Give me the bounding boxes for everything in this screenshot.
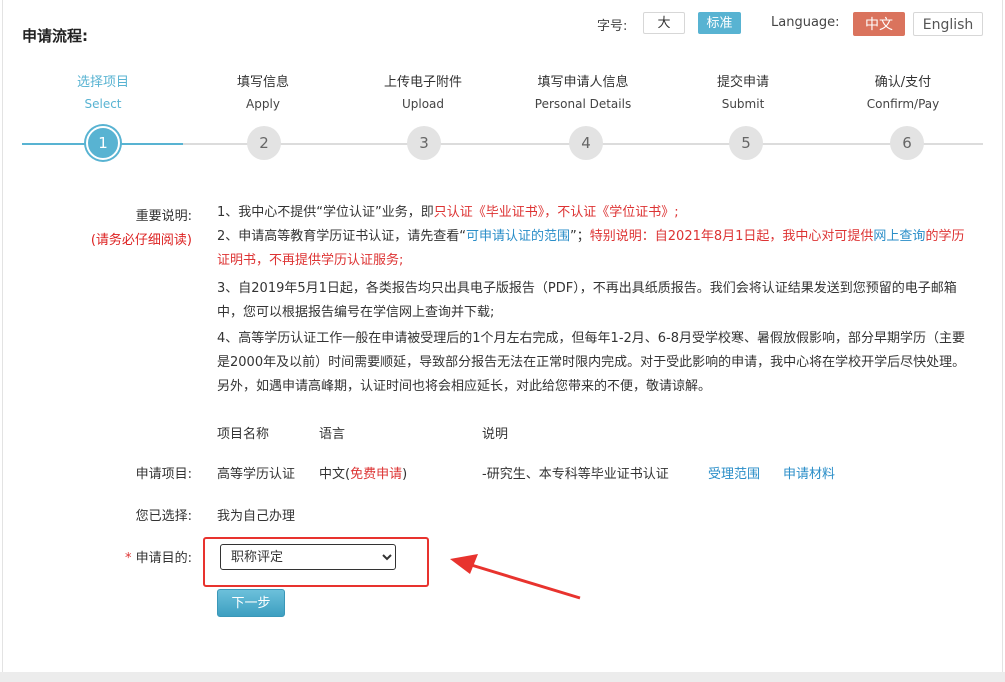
notice-item-4: 4、高等学历认证工作一般在申请被受理后的1个月左右完成，但每年1-2月、6-8月…: [217, 331, 966, 394]
application-materials-link[interactable]: 申请材料: [783, 463, 835, 482]
notice-label-sub: (请务必仔细阅读): [90, 233, 192, 248]
step-title-confirm: 确认/支付: [874, 75, 932, 90]
col-description: 说明: [482, 427, 509, 442]
required-mark: *: [124, 551, 132, 566]
lang-zh-button[interactable]: 中文: [853, 12, 905, 36]
step-sub-apply: Apply: [246, 97, 280, 111]
notice-2-text-b: ”；: [570, 229, 590, 244]
project-description: -研究生、本专科等毕业证书认证: [482, 467, 669, 482]
notice-2-special: 特别说明：自2021年8月1日起，我中心对可提供: [589, 229, 874, 244]
online-query-link[interactable]: 网上查询: [873, 229, 925, 244]
project-name: 高等学历认证: [217, 467, 296, 482]
bottom-strip: [0, 672, 1005, 682]
lang-text: 中文(: [319, 467, 351, 482]
step-sub-submit: Submit: [721, 97, 765, 111]
font-standard-button[interactable]: 标准: [698, 12, 741, 34]
step-sub-personal: Personal Details: [534, 97, 632, 111]
notice-1-text: 1、我中心不提供“学位认证”业务，即: [217, 205, 434, 220]
font-size-label: 字号:: [597, 19, 628, 34]
step-circle-2: 2: [247, 126, 281, 160]
step-title-submit: 提交申请: [716, 75, 769, 90]
lang-en-button[interactable]: English: [913, 12, 983, 36]
step-circle-6: 6: [890, 126, 924, 160]
step-sub-select: Select: [84, 97, 122, 111]
step-sub-confirm: Confirm/Pay: [866, 97, 940, 111]
project-row-label: 申请项目:: [135, 467, 192, 482]
page-title: 申请流程:: [22, 27, 88, 45]
project-language: 中文(免费申请): [319, 463, 407, 482]
step-title-personal: 填写申请人信息: [537, 75, 629, 90]
free-badge: 免费申请: [350, 467, 403, 482]
notice-1-warning: 只认证《毕业证书》，不认证《学位证书》;: [433, 205, 679, 220]
lang-text-close: ): [402, 467, 408, 482]
step-circle-3: 3: [407, 126, 441, 160]
acceptance-scope-link[interactable]: 受理范围: [708, 463, 760, 482]
selected-value: 我为自己办理: [217, 509, 296, 524]
annotation-arrow-icon: [450, 554, 581, 600]
step-sub-upload: Upload: [401, 97, 445, 111]
purpose-label-text: 申请目的:: [135, 551, 192, 566]
notice-item-3: 3、自2019年5月1日起，各类报告均只出具电子版报告（PDF），不再出具纸质报…: [217, 281, 957, 320]
purpose-label: * 申请目的:: [22, 547, 192, 566]
col-language: 语言: [319, 427, 346, 442]
step-title-select: 选择项目: [76, 75, 129, 90]
font-large-button[interactable]: 大: [643, 12, 685, 34]
selected-label: 您已选择:: [135, 509, 192, 524]
step-circle-4: 4: [569, 126, 603, 160]
step-circle-1: 1: [86, 126, 120, 160]
next-step-button[interactable]: 下一步: [217, 589, 285, 617]
step-title-apply: 填写信息: [236, 75, 289, 90]
step-title-upload: 上传电子附件: [383, 75, 462, 90]
language-label: Language:: [771, 15, 840, 30]
notice-item-1: 1、我中心不提供“学位认证”业务，即只认证《毕业证书》，不认证《学位证书》;: [217, 201, 977, 225]
col-project-name: 项目名称: [217, 427, 270, 442]
notice-item-2: 2、申请高等教育学历证书认证，请先查看“可申请认证的范围”；特别说明：自2021…: [217, 225, 977, 273]
scope-link[interactable]: 可申请认证的范围: [466, 229, 570, 244]
notice-label: 重要说明:: [135, 209, 192, 224]
purpose-select[interactable]: 职称评定: [220, 544, 396, 570]
step-circle-5: 5: [729, 126, 763, 160]
notice-2-text: 2、申请高等教育学历证书认证，请先查看“: [217, 229, 467, 244]
